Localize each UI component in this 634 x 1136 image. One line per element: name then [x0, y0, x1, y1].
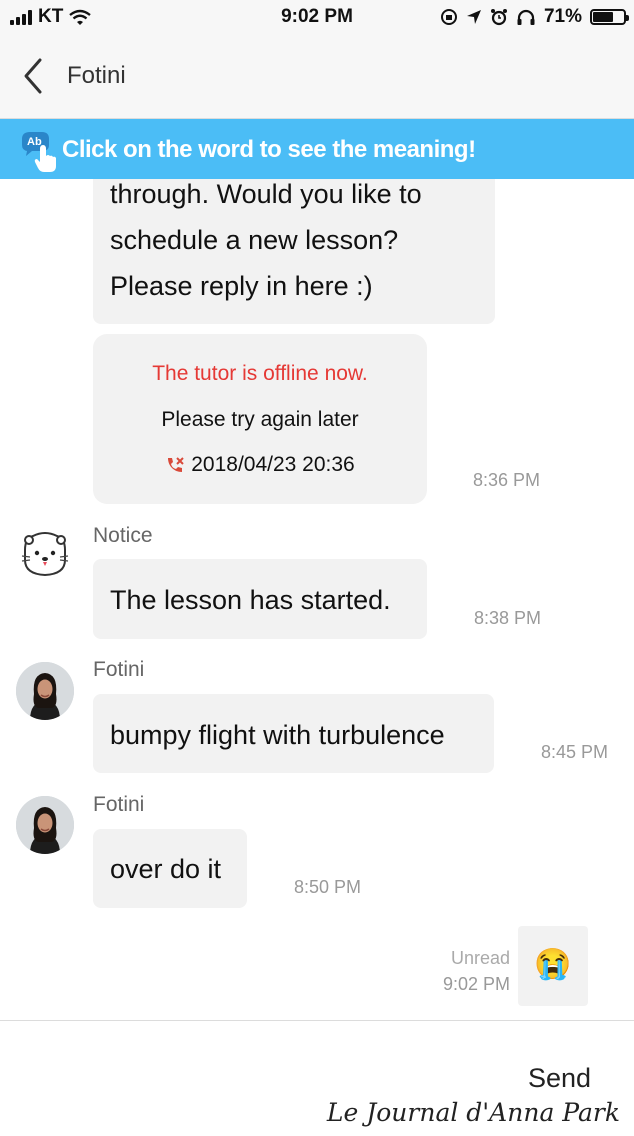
chat-header: Fotini: [0, 36, 634, 119]
headphones-icon: [517, 9, 535, 25]
message-time: 8:38 PM: [474, 608, 542, 628]
message-line[interactable]: schedule a new lesson?: [110, 217, 398, 263]
location-icon: [466, 10, 481, 24]
lock-rotation-icon: [440, 9, 457, 25]
tutor-avatar[interactable]: [16, 662, 74, 720]
message-line[interactable]: Please reply in here :): [110, 263, 373, 309]
back-button[interactable]: [18, 56, 52, 96]
crying-face-emoji[interactable]: 😭: [518, 945, 588, 985]
chat-title: Fotini: [67, 62, 126, 89]
otter-mascot-icon[interactable]: [16, 526, 74, 584]
status-right-group: 71%: [440, 6, 629, 28]
message-text[interactable]: bumpy flight with turbulence: [110, 712, 445, 758]
battery-percent: 71%: [543, 6, 582, 27]
message-time: 8:45 PM: [541, 742, 609, 762]
call-datetime-row: 2018/04/23 20:36: [93, 453, 427, 477]
alarm-icon: [490, 9, 507, 26]
svg-text:Ab: Ab: [27, 136, 42, 148]
message-time: 8:36 PM: [473, 470, 541, 490]
status-bar: KT 9:02 PM 71%: [0, 0, 634, 36]
battery-icon: [590, 9, 629, 25]
sender-name: Notice: [93, 524, 153, 547]
sender-name: Fotini: [93, 793, 145, 816]
dictionary-tip-banner[interactable]: Ab Click on the word to see the meaning!: [0, 119, 634, 179]
banner-text: Click on the word to see the meaning!: [62, 136, 476, 163]
message-text[interactable]: over do it: [110, 846, 221, 892]
tutor-avatar[interactable]: [16, 796, 74, 854]
tap-dictionary-icon: Ab: [22, 132, 56, 172]
watermark: Le Journal d'Anna Park: [326, 1098, 620, 1127]
message-time: 9:02 PM: [442, 974, 510, 994]
message-text[interactable]: The lesson has started.: [110, 577, 391, 623]
message-list[interactable]: through. Would you like to schedule a ne…: [0, 119, 634, 1019]
message-time: 8:50 PM: [294, 877, 362, 897]
read-status: Unread: [450, 948, 510, 968]
send-button[interactable]: Send: [528, 1063, 591, 1094]
missed-call-icon: [168, 457, 184, 472]
call-datetime: 2018/04/23 20:36: [191, 453, 355, 476]
tutor-offline-text: The tutor is offline now.: [152, 362, 368, 385]
chevron-left-icon: [24, 58, 42, 94]
sender-name: Fotini: [93, 658, 145, 681]
retry-text: Please try again later: [161, 408, 359, 431]
